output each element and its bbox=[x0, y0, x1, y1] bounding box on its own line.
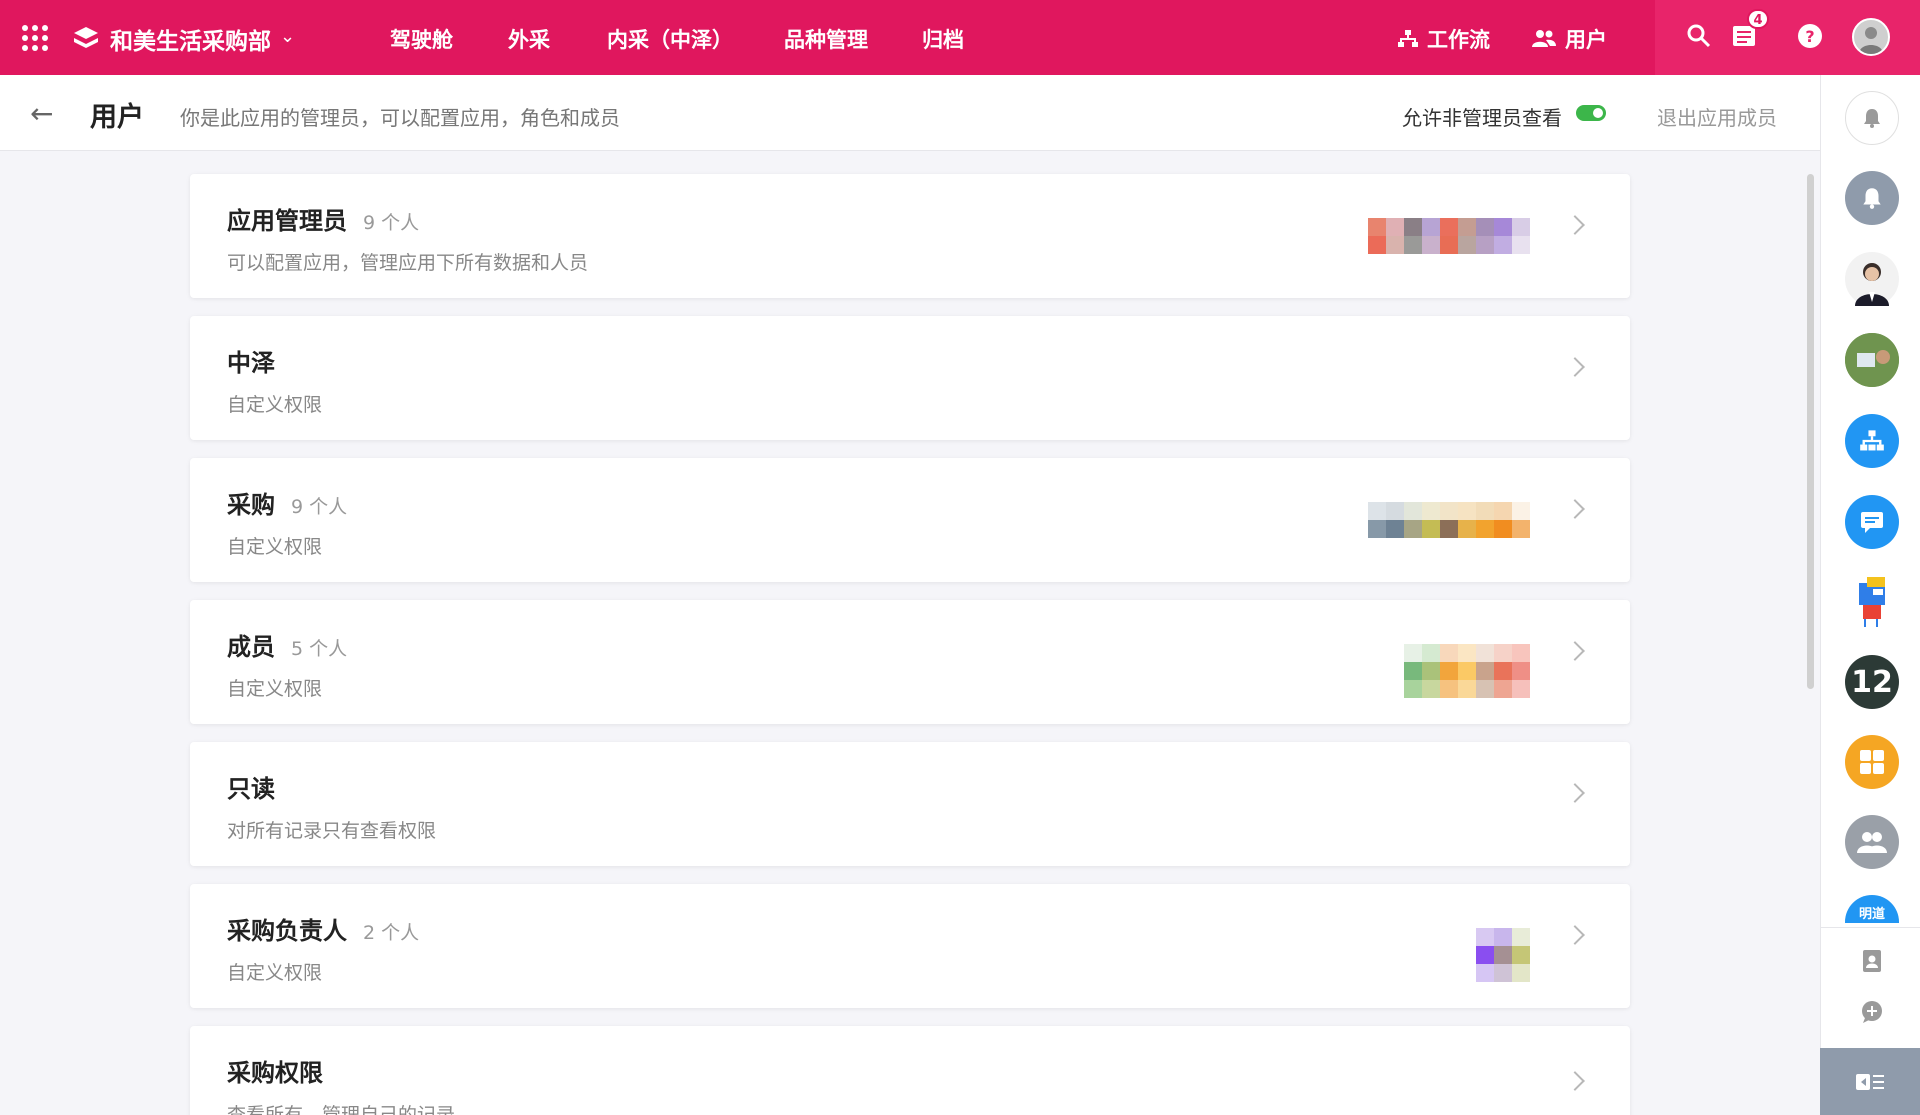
org-structure-icon[interactable] bbox=[1845, 414, 1899, 468]
chevron-right-icon[interactable] bbox=[1565, 499, 1585, 519]
member-avatars bbox=[1476, 928, 1530, 982]
role-member-count: 2 个人 bbox=[363, 922, 420, 944]
notification-bell-icon[interactable] bbox=[1845, 91, 1899, 145]
allow-non-admin-view-toggle[interactable] bbox=[1576, 105, 1606, 121]
nav-item-external-purchase[interactable]: 外采 bbox=[508, 24, 550, 54]
chevron-right-icon[interactable] bbox=[1565, 357, 1585, 377]
member-avatars bbox=[1404, 644, 1530, 698]
collapse-sidebar-button[interactable] bbox=[1820, 1048, 1920, 1115]
role-card-purchase-permission[interactable]: 采购权限 查看所有，管理自己的记录 bbox=[190, 1026, 1630, 1115]
number-app-icon[interactable]: 12 bbox=[1845, 655, 1899, 709]
workflow-icon bbox=[1398, 30, 1418, 47]
member-avatars bbox=[1368, 218, 1530, 254]
app-logo-icon bbox=[74, 27, 98, 48]
role-member-count: 9 个人 bbox=[291, 496, 348, 518]
users-link[interactable]: 用户 bbox=[1531, 24, 1607, 54]
role-card-member[interactable]: 成员 5 个人 自定义权限 bbox=[190, 600, 1630, 724]
add-chat-icon[interactable] bbox=[1859, 999, 1885, 1025]
chevron-right-icon[interactable] bbox=[1565, 783, 1585, 803]
app-launcher-icon[interactable] bbox=[22, 25, 48, 51]
chevron-right-icon[interactable] bbox=[1565, 925, 1585, 945]
role-description: 自定义权限 bbox=[227, 536, 323, 558]
message-bell-icon[interactable] bbox=[1845, 171, 1899, 225]
group-contacts-icon[interactable] bbox=[1845, 815, 1899, 869]
page-description: 你是此应用的管理员，可以配置应用，角色和成员 bbox=[180, 106, 620, 130]
role-title: 中泽 bbox=[227, 349, 275, 377]
users-icon bbox=[1532, 30, 1556, 47]
role-title: 采购 9 个人 bbox=[227, 491, 348, 519]
contact-avatar[interactable] bbox=[1845, 333, 1899, 387]
role-description: 自定义权限 bbox=[227, 678, 323, 700]
chevron-right-icon[interactable] bbox=[1565, 215, 1585, 235]
collapse-sidebar-icon bbox=[1856, 1073, 1884, 1090]
address-book-icon[interactable] bbox=[1859, 948, 1885, 974]
help-icon[interactable]: ? bbox=[1796, 22, 1824, 50]
nav-item-internal-purchase[interactable]: 内采（中泽） bbox=[607, 24, 733, 54]
sidebar-divider bbox=[1821, 927, 1920, 928]
robot-app-icon[interactable] bbox=[1845, 575, 1899, 629]
role-member-count: 9 个人 bbox=[363, 212, 420, 234]
chat-message-icon[interactable] bbox=[1845, 495, 1899, 549]
role-title: 采购权限 bbox=[227, 1059, 323, 1087]
role-description: 自定义权限 bbox=[227, 394, 323, 416]
role-description: 对所有记录只有查看权限 bbox=[227, 820, 437, 842]
role-card-purchase-lead[interactable]: 采购负责人 2 个人 自定义权限 bbox=[190, 884, 1630, 1008]
workflow-label: 工作流 bbox=[1427, 28, 1490, 52]
role-description: 查看所有，管理自己的记录 bbox=[227, 1104, 456, 1115]
member-avatars bbox=[1368, 502, 1530, 538]
workflow-link[interactable]: 工作流 bbox=[1397, 24, 1490, 54]
chevron-right-icon[interactable] bbox=[1565, 1071, 1585, 1091]
right-sidebar: 12 明道 bbox=[1820, 75, 1920, 1115]
search-icon[interactable] bbox=[1685, 22, 1713, 50]
role-description: 可以配置应用，管理应用下所有数据和人员 bbox=[227, 252, 589, 274]
page-header: ← 用户 你是此应用的管理员，可以配置应用，角色和成员 允许非管理员查看 退出应… bbox=[0, 75, 1820, 151]
nav-item-cockpit[interactable]: 驾驶舱 bbox=[390, 24, 453, 54]
role-title: 成员 5 个人 bbox=[227, 633, 348, 661]
page-title: 用户 bbox=[90, 102, 144, 133]
back-arrow-icon[interactable]: ← bbox=[30, 97, 53, 130]
exit-app-member-link[interactable]: 退出应用成员 bbox=[1657, 102, 1777, 131]
nav-item-variety-management[interactable]: 品种管理 bbox=[784, 24, 868, 54]
notification-badge: 4 bbox=[1747, 9, 1769, 29]
users-label: 用户 bbox=[1565, 28, 1607, 52]
app-name[interactable]: 和美生活采购部 bbox=[110, 22, 271, 56]
chevron-right-icon[interactable] bbox=[1565, 641, 1585, 661]
user-avatar[interactable] bbox=[1852, 18, 1890, 56]
role-card-purchase[interactable]: 采购 9 个人 自定义权限 bbox=[190, 458, 1630, 582]
nav-item-archive[interactable]: 归档 bbox=[922, 24, 964, 54]
role-title: 只读 bbox=[227, 775, 275, 803]
contact-avatar[interactable] bbox=[1845, 252, 1899, 306]
role-member-count: 5 个人 bbox=[291, 638, 348, 660]
main-scrollbar[interactable] bbox=[1807, 174, 1814, 689]
role-card-app-admin[interactable]: 应用管理员 9 个人 可以配置应用，管理应用下所有数据和人员 bbox=[190, 174, 1630, 298]
apps-grid-icon[interactable] bbox=[1845, 735, 1899, 789]
top-navigation-bar: 和美生活采购部 ⌄ 驾驶舱 外采 内采（中泽） 品种管理 归档 工作流 用户 4 bbox=[0, 0, 1920, 75]
mingdao-app-icon[interactable]: 明道 bbox=[1845, 895, 1899, 923]
role-title: 应用管理员 9 个人 bbox=[227, 207, 420, 235]
role-description: 自定义权限 bbox=[227, 962, 323, 984]
role-card-read-only[interactable]: 只读 对所有记录只有查看权限 bbox=[190, 742, 1630, 866]
allow-non-admin-view-label: 允许非管理员查看 bbox=[1402, 106, 1562, 130]
app-menu-chevron-down-icon[interactable]: ⌄ bbox=[280, 26, 295, 47]
role-card-zhongze[interactable]: 中泽 自定义权限 bbox=[190, 316, 1630, 440]
role-title: 采购负责人 2 个人 bbox=[227, 917, 420, 945]
svg-text:?: ? bbox=[1805, 27, 1814, 46]
